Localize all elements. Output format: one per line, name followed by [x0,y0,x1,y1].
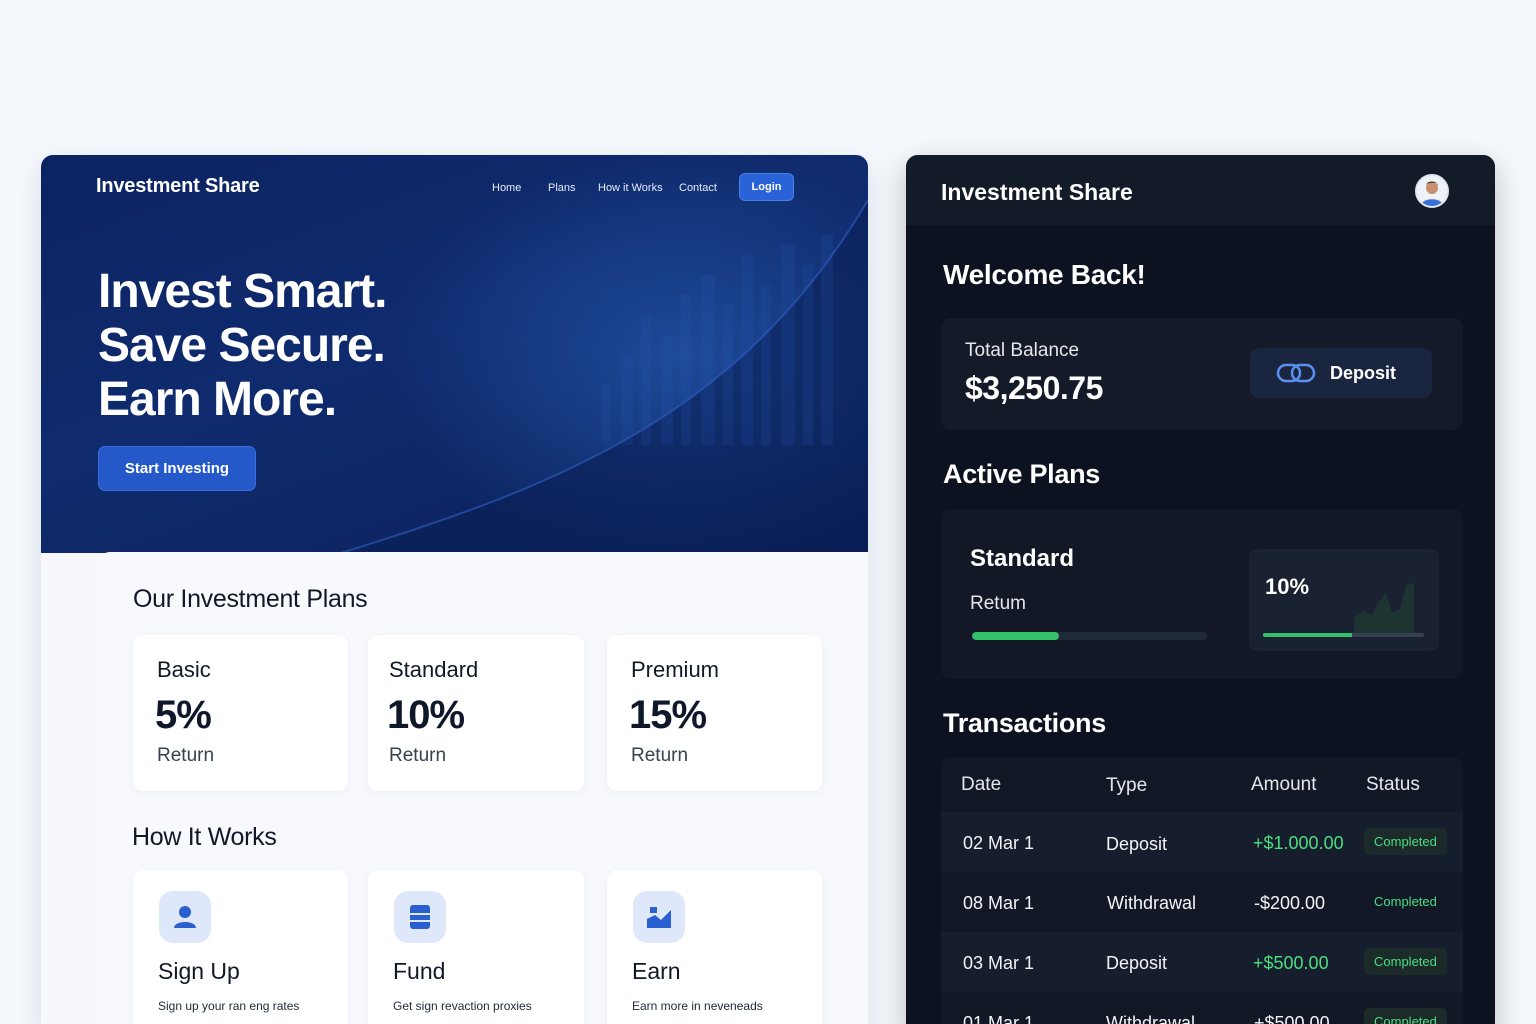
nav-plans[interactable]: Plans [548,182,576,194]
plan-label: Return [631,745,689,766]
avatar[interactable] [1415,174,1449,208]
brand-logo[interactable]: Investment Share [96,175,260,198]
link-icon [1276,363,1316,383]
plan-rate: 5% [155,693,212,737]
plan-rate-progress [1263,633,1424,637]
balance-card: Total Balance $3,250.75 Deposit [941,318,1463,430]
status-badge: Completed [1364,948,1447,975]
column-header-type[interactable]: Type [1106,775,1147,797]
step-card-earn[interactable]: Earn Earn more in neveneads [607,870,822,1024]
step-card-fund[interactable]: Fund Get sign revaction proxies [368,870,584,1024]
plan-rate: 10% [387,693,465,737]
tx-type: Deposit [1106,953,1168,973]
table-row[interactable]: 02 Mar 1 Deposit +$1.000.00 Completed [941,812,1463,872]
step-description: Sign up your ran eng rates [158,999,300,1013]
tx-amount: +$1.000.00 [1253,833,1344,853]
dashboard-header: Investment Share [906,155,1495,225]
step-name: Fund [393,958,446,984]
plan-rate: 15% [629,693,707,737]
transactions-table: Date Type Amount Status 02 Mar 1 Deposit… [941,757,1463,1024]
active-plan-progress [972,632,1207,640]
progress-fill [1263,633,1352,637]
step-name: Earn [632,958,681,984]
column-header-status[interactable]: Status [1366,774,1420,796]
plans-section-title: Our Investment Plans [133,585,368,613]
tx-amount: -$200.00 [1254,893,1326,913]
column-header-date[interactable]: Date [961,774,1001,796]
step-description: Get sign revaction proxies [393,999,532,1013]
plan-rate: 10% [1265,574,1310,599]
tx-date: 02 Mar 1 [963,833,1035,853]
plan-card-basic[interactable]: Basic 5% Return [133,635,348,791]
tx-type: Withdrawal [1107,893,1197,913]
active-plan-card[interactable]: Standard Retum 10% [941,509,1463,679]
document-icon [394,891,446,943]
plan-name: Premium [631,657,720,682]
step-name: Sign Up [158,958,240,984]
chart-icon [633,891,685,943]
plan-card-premium[interactable]: Premium 15% Return [607,635,822,791]
plan-rate-card: 10% [1249,549,1439,651]
plan-label: Return [157,745,215,766]
column-header-amount[interactable]: Amount [1251,774,1316,796]
status-badge: Completed [1364,1008,1447,1024]
headline-line-1: Invest Smart. [98,265,387,318]
table-row[interactable]: 03 Mar 1 Deposit +$500.00 Completed [941,932,1463,992]
table-header: Date Type Amount Status [941,757,1463,812]
nav-home[interactable]: Home [492,182,521,194]
step-card-sign-up[interactable]: Sign Up Sign up your ran eng rates [133,870,348,1024]
login-button[interactable]: Login [739,173,794,201]
deposit-button[interactable]: Deposit [1250,348,1432,398]
landing-content: Our Investment Plans Basic 5% Return Sta… [98,552,868,1024]
active-plan-name: Standard [970,545,1075,572]
tx-type: Withdrawal [1106,1013,1196,1024]
plan-name: Standard [389,657,479,682]
tx-amount: +$500.00 [1253,953,1329,973]
plan-card-standard[interactable]: Standard 10% Return [368,635,584,791]
active-plan-label: Retum [970,593,1026,614]
status-badge: Completed [1374,894,1437,909]
dashboard-panel: Investment Share Welcome Back! Total Bal… [906,155,1495,1024]
transactions-title: Transactions [943,708,1106,738]
balance-label: Total Balance [965,340,1080,361]
headline-line-2: Save Secure. [98,319,386,372]
hero-headline: Invest Smart. Save Secure. Earn More. [98,265,387,427]
active-plans-title: Active Plans [943,459,1100,489]
how-it-works-title: How It Works [132,823,277,851]
deposit-label: Deposit [1330,362,1397,383]
tx-date: 03 Mar 1 [963,953,1035,973]
tx-date: 08 Mar 1 [963,893,1035,913]
headline-line-3: Earn More. [98,373,337,426]
mini-chart-icon [1354,583,1414,633]
dashboard-brand[interactable]: Investment Share [941,179,1133,206]
welcome-title: Welcome Back! [943,259,1146,290]
progress-fill [972,632,1059,640]
hero-section: Investment Share Home Plans How it Works… [41,155,868,553]
nav-contact[interactable]: Contact [679,182,717,194]
tx-amount: +$500.00 [1254,1013,1330,1024]
plan-name: Basic [157,657,211,682]
plan-label: Return [389,745,447,766]
step-description: Earn more in neveneads [632,999,763,1013]
tx-date: 01 Mar 1 [963,1013,1035,1024]
table-row[interactable]: 01 Mar 1 Withdrawal +$500.00 Completed [941,992,1463,1024]
table-row[interactable]: 08 Mar 1 Withdrawal -$200.00 Completed [941,872,1463,932]
landing-page: Investment Share Home Plans How it Works… [41,155,868,1024]
user-icon [159,891,211,943]
status-badge: Completed [1364,828,1447,855]
nav-how-it-works[interactable]: How it Works [598,182,663,194]
balance-value: $3,250.75 [965,370,1103,406]
tx-type: Deposit [1106,834,1168,854]
start-investing-button[interactable]: Start Investing [98,446,256,491]
